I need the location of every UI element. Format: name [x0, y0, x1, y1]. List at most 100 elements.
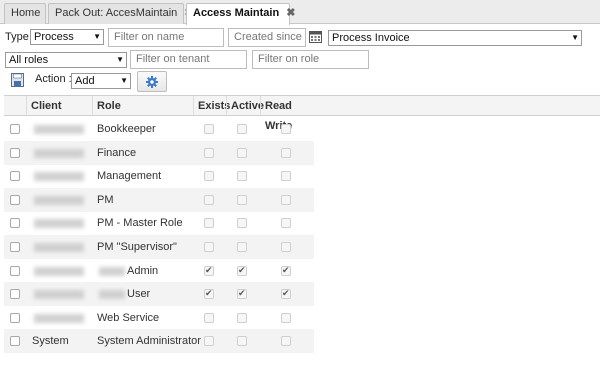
check-icon: ✔	[238, 264, 246, 275]
role-cell: PM	[93, 188, 193, 212]
redacted-client	[34, 125, 84, 134]
created-since-input[interactable]: Created since	[228, 28, 306, 47]
header-read-write[interactable]: Read Write	[260, 96, 314, 132]
active-checkbox	[237, 147, 247, 158]
row-select-checkbox[interactable]	[10, 194, 20, 205]
check-icon: ✔	[282, 264, 290, 275]
redacted-client	[34, 195, 84, 205]
process-select[interactable]: Process Invoice ▼	[328, 30, 582, 46]
role-cell: PM "Supervisor"	[93, 235, 193, 259]
client-cell	[28, 235, 92, 259]
header-role[interactable]: Role	[92, 96, 193, 116]
tab-access-maintain[interactable]: Access Maintain ✖	[186, 3, 295, 25]
redacted-role-prefix	[99, 290, 125, 300]
active-checkbox: ✔	[237, 264, 247, 276]
table-row[interactable]: Finance	[4, 140, 600, 165]
row-select-checkbox[interactable]	[10, 265, 20, 276]
redacted-client	[34, 290, 84, 300]
row-select-checkbox[interactable]	[10, 147, 20, 158]
role-cell: Management	[93, 164, 193, 188]
redacted-client	[34, 219, 84, 229]
role-text: Finance	[97, 146, 137, 159]
role-text: Admin	[127, 264, 159, 277]
client-text: System	[32, 335, 69, 348]
tenant-filter-input[interactable]: Filter on tenant	[130, 50, 247, 69]
exists-checkbox: ✔	[204, 264, 214, 276]
exists-checkbox	[204, 336, 214, 347]
grid-header: Client Role Exists Active Read Write	[4, 95, 600, 132]
exists-checkbox	[204, 147, 214, 158]
row-select-checkbox[interactable]	[10, 124, 20, 134]
apply-action-button[interactable]	[137, 71, 167, 92]
check-icon: ✔	[205, 288, 213, 299]
read-write-checkbox: ✔	[281, 264, 291, 276]
active-checkbox	[237, 336, 247, 347]
check-icon: ✔	[238, 288, 246, 299]
role-text: Management	[97, 170, 162, 183]
tab-pack-out[interactable]: Pack Out: AccesMaintain ✖	[48, 3, 194, 24]
tab-home[interactable]: Home	[4, 3, 46, 24]
row-select-checkbox[interactable]	[10, 242, 20, 252]
client-cell	[28, 211, 92, 235]
active-checkbox: ✔	[237, 288, 247, 300]
gear-icon	[146, 76, 158, 88]
role-cell: Bookkeeper	[93, 117, 193, 141]
row-select-checkbox[interactable]	[10, 218, 20, 229]
table-row[interactable]: Web Service	[4, 306, 600, 330]
row-select-checkbox[interactable]	[10, 312, 20, 323]
redacted-role-prefix	[99, 266, 125, 276]
role-text: User	[127, 288, 151, 301]
check-icon: ✔	[205, 264, 213, 275]
close-icon[interactable]: ✖	[286, 4, 295, 23]
redacted-client	[34, 172, 84, 182]
exists-checkbox	[204, 242, 214, 252]
exists-checkbox	[204, 312, 214, 323]
save-icon[interactable]	[11, 73, 24, 87]
role-text: Web Service	[97, 311, 160, 324]
tab-home-label: Home	[11, 7, 41, 19]
action-label: Action :	[35, 73, 72, 85]
active-checkbox	[237, 194, 247, 205]
exists-checkbox: ✔	[204, 288, 214, 300]
tab-bar: Home Pack Out: AccesMaintain ✖ Access Ma…	[0, 0, 600, 25]
action-select[interactable]: Add ▼	[71, 73, 131, 89]
table-row[interactable]: Admin ✔ ✔ ✔	[4, 259, 600, 283]
type-select[interactable]: Process ▼	[30, 29, 104, 45]
header-client[interactable]: Client	[26, 96, 92, 116]
table-row[interactable]: Management	[4, 164, 600, 188]
role-text: System Administrator	[97, 335, 201, 348]
table-row[interactable]: PM - Master Role	[4, 211, 600, 235]
read-write-checkbox: ✔	[281, 288, 291, 300]
role-text: PM - Master Role	[97, 217, 183, 230]
role-text: PM	[97, 193, 114, 206]
type-select-value: Process	[34, 31, 74, 43]
read-write-checkbox	[281, 124, 291, 134]
role-filter-input[interactable]: Filter on role	[252, 50, 369, 69]
name-filter-input[interactable]: Filter on name	[108, 28, 224, 47]
table-row[interactable]: PM "Supervisor"	[4, 235, 600, 259]
role-text: PM "Supervisor"	[97, 241, 177, 253]
header-exists[interactable]: Exists	[193, 96, 230, 116]
role-cell: User	[93, 282, 193, 306]
active-checkbox	[237, 312, 247, 323]
read-write-checkbox	[281, 194, 291, 205]
table-row[interactable]: PM	[4, 187, 600, 212]
client-cell	[28, 141, 92, 165]
calendar-icon[interactable]	[309, 30, 322, 43]
redacted-client	[34, 266, 84, 276]
row-select-checkbox[interactable]	[10, 336, 20, 347]
table-row[interactable]: Bookkeeper	[4, 117, 600, 141]
roles-select[interactable]: All roles ▼	[5, 52, 127, 68]
redacted-client	[34, 243, 84, 252]
check-icon: ✔	[282, 288, 290, 299]
header-select	[4, 96, 26, 116]
table-row[interactable]: User ✔ ✔ ✔	[4, 282, 600, 307]
read-write-checkbox	[281, 242, 291, 252]
row-select-checkbox[interactable]	[10, 171, 20, 182]
client-cell	[28, 164, 92, 188]
role-text: Bookkeeper	[97, 123, 156, 135]
table-row[interactable]: System System Administrator	[4, 329, 600, 354]
header-active[interactable]: Active	[226, 96, 264, 116]
row-select-checkbox[interactable]	[10, 289, 20, 300]
read-write-checkbox	[281, 171, 291, 182]
